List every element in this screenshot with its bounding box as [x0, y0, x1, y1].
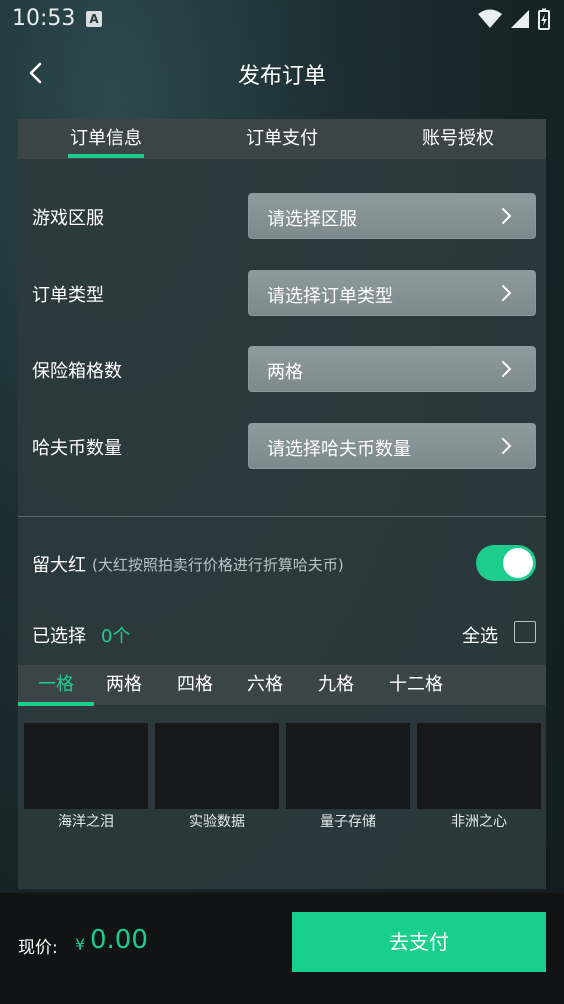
signal-icon [511, 10, 529, 28]
tab-order-info[interactable]: 订单信息 [18, 119, 194, 159]
price-value: 0.00 [90, 925, 148, 955]
item-card[interactable]: 量子存储 [286, 723, 410, 831]
order-card: 订单信息 订单支付 账号授权 游戏区服 请选择区服 订单类型 请选择订单类型 保… [18, 119, 546, 889]
selected-count: 0个 [101, 626, 131, 647]
status-bar: 10:53 A [0, 0, 564, 40]
item-card[interactable]: 非洲之心 [417, 723, 541, 831]
select-all-checkbox[interactable] [514, 621, 536, 643]
grid-tab-2[interactable]: 两格 [92, 665, 156, 705]
order-type-label: 订单类型 [32, 285, 104, 306]
battery-icon [538, 8, 550, 30]
coins-select-value: 请选择哈夫币数量 [267, 439, 411, 460]
page-title: 发布订单 [237, 64, 326, 89]
safebox-select-value: 两格 [267, 362, 303, 383]
safebox-label: 保险箱格数 [32, 361, 122, 382]
select-all-label: 全选 [462, 626, 498, 647]
coins-label: 哈夫币数量 [32, 438, 122, 459]
order-type-select[interactable]: 请选择订单类型 [248, 270, 536, 316]
item-thumbnail [417, 723, 541, 809]
item-thumbnail [286, 723, 410, 809]
item-thumbnail [155, 723, 279, 809]
form-row-server: 游戏区服 请选择区服 [18, 193, 546, 239]
server-select[interactable]: 请选择区服 [248, 193, 536, 239]
coins-select[interactable]: 请选择哈夫币数量 [248, 423, 536, 469]
order-tabs: 订单信息 订单支付 账号授权 [18, 119, 546, 159]
notification-icon: A [86, 11, 102, 27]
item-name: 实验数据 [189, 814, 245, 830]
item-name: 非洲之心 [451, 814, 507, 830]
tab-order-payment[interactable]: 订单支付 [194, 119, 370, 159]
status-icons [478, 8, 550, 30]
grid-tab-4[interactable]: 四格 [163, 665, 227, 705]
liudahong-note: (大红按照拍卖行价格进行折算哈夫币) [92, 556, 344, 574]
toggle-knob [503, 548, 533, 578]
item-name: 海洋之泪 [58, 814, 114, 830]
grid-tab-1[interactable]: 一格 [18, 665, 94, 705]
grid-tab-9[interactable]: 九格 [304, 665, 368, 705]
grid-tab-underline [18, 702, 94, 706]
form-row-order-type: 订单类型 请选择订单类型 [18, 270, 546, 316]
divider [18, 516, 546, 517]
item-grid: 海洋之泪 实验数据 量子存储 非洲之心 [24, 723, 542, 833]
chevron-right-icon [502, 285, 512, 301]
item-name: 量子存储 [320, 814, 376, 830]
tab-account-auth[interactable]: 账号授权 [370, 119, 546, 159]
order-type-select-value: 请选择订单类型 [267, 286, 393, 307]
price-label: 现价: [18, 938, 58, 958]
item-thumbnail [24, 723, 148, 809]
form-row-safebox: 保险箱格数 两格 [18, 346, 546, 392]
server-select-value: 请选择区服 [267, 209, 357, 230]
form-row-coins: 哈夫币数量 请选择哈夫币数量 [18, 423, 546, 469]
currency-symbol: ¥ [75, 935, 86, 954]
pay-button[interactable]: 去支付 [292, 912, 546, 972]
grid-size-tabs: 一格 两格 四格 六格 九格 十二格 [18, 665, 546, 706]
top-bar: 发布订单 [0, 44, 564, 104]
safebox-select[interactable]: 两格 [248, 346, 536, 392]
wifi-icon [478, 9, 502, 28]
item-card[interactable]: 实验数据 [155, 723, 279, 831]
bottom-bar: 现价: ¥ 0.00 去支付 [0, 893, 564, 1004]
status-time: 10:53 [12, 6, 76, 31]
chevron-right-icon [502, 438, 512, 454]
item-card[interactable]: 海洋之泪 [24, 723, 148, 831]
chevron-right-icon [502, 361, 512, 377]
liudahong-label: 留大红 [32, 555, 86, 576]
chevron-right-icon [502, 208, 512, 224]
liudahong-toggle[interactable] [476, 545, 536, 581]
selected-label: 已选择 [32, 626, 86, 647]
server-label: 游戏区服 [32, 208, 104, 229]
grid-tab-12[interactable]: 十二格 [380, 665, 452, 705]
grid-tab-6[interactable]: 六格 [233, 665, 297, 705]
